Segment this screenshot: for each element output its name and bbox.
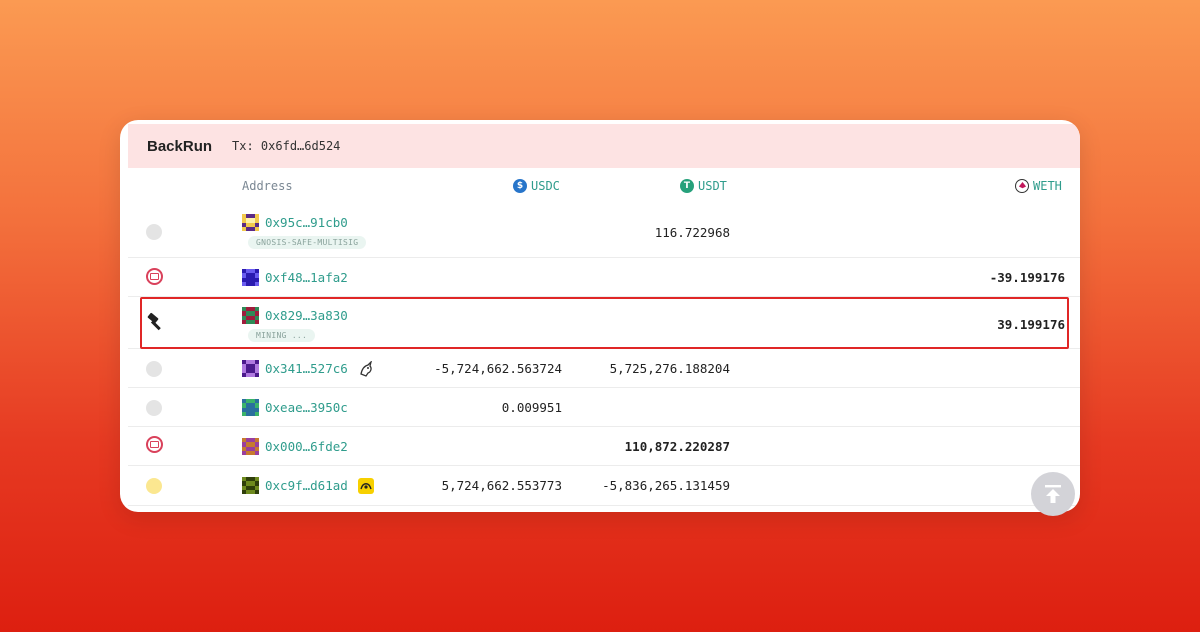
tx-hash[interactable]: Tx: 0x6fd…6d524 xyxy=(232,139,340,153)
address-link[interactable]: 0x000…6fde2 xyxy=(265,439,348,454)
usdt-amount: 110,872.220287 xyxy=(624,439,730,454)
address-avatar xyxy=(242,214,259,231)
column-header: Address $ USDC T USDT WETH xyxy=(120,168,1080,206)
status-dot xyxy=(146,400,162,416)
address-link[interactable]: 0x829…3a830 xyxy=(265,308,348,323)
usdc-amount: 0.009951 xyxy=(501,400,562,415)
table-row: 0x000…6fde2 110,872.220287 xyxy=(128,427,1080,466)
address-avatar xyxy=(242,399,259,416)
address-tag: GNOSIS-SAFE-MULTISIG xyxy=(248,236,367,249)
address-link[interactable]: 0x341…527c6 xyxy=(265,361,348,376)
usdc-amount: -5,724,662.563724 xyxy=(434,361,562,376)
usdt-token-icon: T xyxy=(680,179,694,193)
robot-icon xyxy=(146,436,163,453)
address-avatar xyxy=(242,438,259,455)
usdt-amount: 5,725,276.188204 xyxy=(609,361,730,376)
unicorn-icon xyxy=(358,360,374,377)
usdc-token-icon: $ xyxy=(513,179,527,193)
column-usdc[interactable]: $ USDC xyxy=(513,179,560,193)
weth-amount: 39.199176 xyxy=(997,317,1065,332)
status-dot xyxy=(146,361,162,377)
transaction-card: BackRun Tx: 0x6fd…6d524 Address $ USDC T… xyxy=(120,120,1080,512)
address-tag: MINING ... xyxy=(248,329,316,342)
arrow-up-to-top-icon xyxy=(1042,483,1064,505)
status-dot xyxy=(146,224,162,240)
column-address: Address xyxy=(242,179,293,193)
card-header: BackRun Tx: 0x6fd…6d524 xyxy=(128,124,1080,168)
address-link[interactable]: 0xeae…3950c xyxy=(265,400,348,415)
address-avatar xyxy=(242,360,259,377)
address-avatar xyxy=(242,477,259,494)
table-row: 0xeae…3950c 0.009951 xyxy=(128,388,1080,427)
weth-token-icon xyxy=(1015,179,1029,193)
robot-icon xyxy=(146,268,163,285)
address-link[interactable]: 0xc9f…d61ad xyxy=(265,478,348,493)
curve-icon xyxy=(357,477,374,494)
scroll-to-top-button[interactable] xyxy=(1031,472,1075,516)
address-avatar xyxy=(242,307,259,324)
table-row: 0x341…527c6 -5,724,662.563724 5,725,276.… xyxy=(128,349,1080,388)
column-usdt[interactable]: T USDT xyxy=(680,179,727,193)
address-link[interactable]: 0x95c…91cb0 xyxy=(265,215,348,230)
status-dot xyxy=(146,478,162,494)
table-row: 0xf48…1afa2 -39.199176 xyxy=(128,258,1080,297)
usdt-amount: 116.722968 xyxy=(654,225,730,240)
card-title: BackRun xyxy=(147,137,213,155)
address-avatar xyxy=(242,269,259,286)
column-weth[interactable]: WETH xyxy=(1015,179,1062,193)
usdt-amount: -5,836,265.131459 xyxy=(602,478,730,493)
address-link[interactable]: 0xf48…1afa2 xyxy=(265,270,348,285)
hammer-icon xyxy=(146,312,166,336)
table-row: 0x95c…91cb0 GNOSIS-SAFE-MULTISIG 116.722… xyxy=(128,206,1080,258)
usdc-amount: 5,724,662.553773 xyxy=(441,478,562,493)
table-row: 0xc9f…d61ad 5,724,662.553773 -5,836,265.… xyxy=(128,466,1080,506)
table-row: 0x829…3a830 MINING ... 39.199176 xyxy=(128,297,1080,349)
weth-amount: -39.199176 xyxy=(989,270,1065,285)
